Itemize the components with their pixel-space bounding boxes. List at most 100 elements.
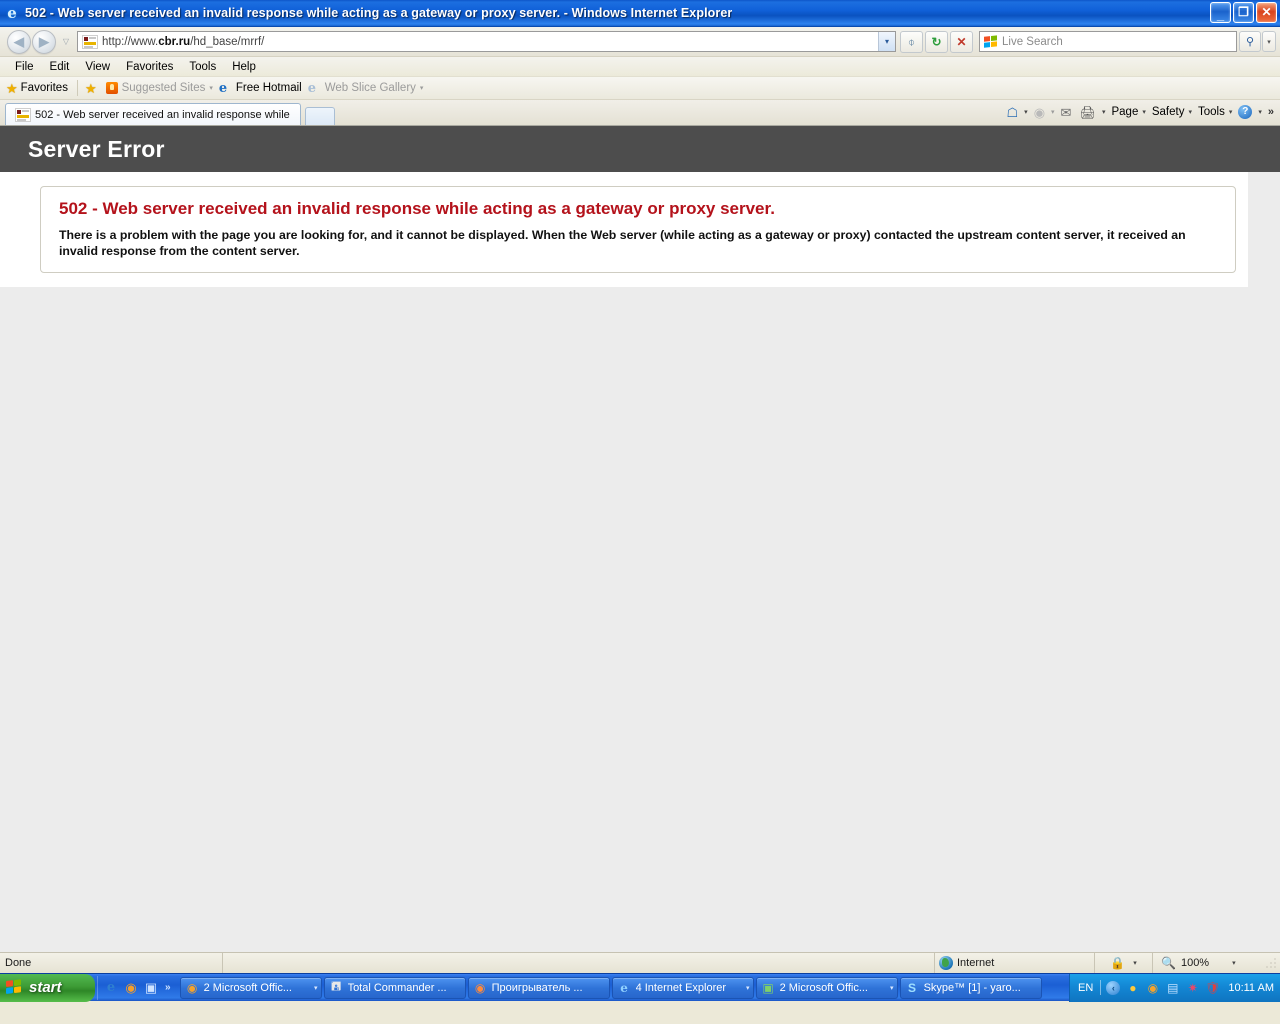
zoom-control[interactable]: 🔍 100% ▾ [1152,953,1264,973]
ie-icon: e [218,80,228,96]
security-zone-indicator[interactable]: Internet [934,953,1094,973]
back-arrow-icon: ◀ [14,33,24,49]
url-domain: cbr.ru [158,35,191,48]
minimize-icon: _ [1216,7,1225,22]
add-to-favorites-bar-button[interactable]: ★ [85,82,100,95]
windows-taskbar: start e ◉ ▣ » ◉ 2 Microsoft Offic... ▾ 🖪… [0,973,1280,1002]
quick-launch-overflow-button[interactable]: » [165,982,171,993]
taskbar-item[interactable]: ▣ 2 Microsoft Offic... ▾ [755,976,898,999]
media-player-icon: ◉ [474,980,486,995]
clock[interactable]: 10:11 AM [1228,982,1274,994]
ie-icon: e [307,80,316,96]
chevron-down-icon: ▾ [1051,109,1055,116]
chevron-down-icon: ▾ [209,85,213,92]
forward-arrow-icon: ▶ [39,33,49,49]
taskbar-item-label: 4 Internet Explorer [635,981,727,994]
close-button[interactable]: ✕ [1256,2,1277,23]
taskbar-item[interactable]: ◉ 2 Microsoft Offic... ▾ [179,976,322,999]
taskbar-item[interactable]: ◉ Проигрыватель ... [467,976,610,999]
taskbar-buttons: ◉ 2 Microsoft Offic... ▾ 🖪 Total Command… [176,976,1069,999]
chevron-down-icon: ▾ [884,37,889,46]
tray-divider [1100,980,1102,995]
address-dropdown-button[interactable]: ▾ [878,32,895,51]
feeds-button[interactable]: ◉ ▾ [1031,102,1058,122]
start-button[interactable]: start [0,973,95,1002]
tray-expand-button[interactable]: ‹ [1106,980,1121,995]
help-menu-button[interactable]: ? ▾ [1235,102,1265,122]
search-input[interactable]: Live Search [1002,36,1063,48]
menu-item-view[interactable]: View [78,60,117,74]
taskbar-item-label: Skype™ [1] - yaro... [923,981,1021,994]
home-icon: ☖ [1006,104,1019,120]
address-bar-url: http://www.cbr.ru/hd_base/mrrf/ [102,36,878,48]
firefox-icon[interactable]: ◉ [123,980,139,996]
network-icon[interactable]: ▤ [1165,980,1180,995]
minimize-button[interactable]: _ [1210,2,1231,23]
favbar-item-free-hotmail[interactable]: e Free Hotmail [219,82,302,95]
favorites-label: Favorites [20,82,68,94]
menu-item-edit[interactable]: Edit [43,60,77,74]
chevron-down-icon: ▾ [419,85,424,92]
antivirus-icon[interactable]: ✷ [1185,980,1200,995]
protected-mode-indicator[interactable]: 🔒 ▾ [1094,953,1152,973]
chevron-down-icon: ▾ [1101,109,1106,116]
favorites-bar: ★ Favorites ★ Suggested Sites ▾ e Free H… [0,77,1280,100]
update-icon[interactable]: ● [1125,980,1140,995]
taskbar-item[interactable]: e 4 Internet Explorer ▾ [611,976,754,999]
back-button[interactable]: ◀ [7,29,31,54]
read-mail-button[interactable]: ✉ [1058,102,1077,122]
menu-item-favorites[interactable]: Favorites [119,60,180,74]
quick-launch-bar: e ◉ ▣ » [97,975,176,1000]
shield-icon[interactable]: 🛡 [1205,980,1220,995]
page-viewport: Server Error 502 - Web server received a… [0,126,1280,952]
chevron-down-icon: ▾ [1267,38,1271,46]
server-error-header: Server Error [0,126,1280,172]
show-desktop-icon[interactable]: ▣ [143,980,159,996]
resize-grip[interactable] [1264,953,1280,973]
stop-icon: ✕ [956,34,967,49]
ie-icon[interactable]: e [103,980,119,996]
favbar-item-web-slice-gallery[interactable]: e Web Slice Gallery ▾ [308,82,424,95]
refresh-button[interactable]: ↻ [925,30,948,53]
language-indicator[interactable]: EN [1078,982,1093,994]
search-go-button[interactable]: ⚲ [1239,31,1261,52]
tools-menu-button[interactable]: Tools ▾ [1195,102,1235,122]
taskbar-item[interactable]: S Skype™ [1] - yaro... [899,976,1042,999]
menu-item-help[interactable]: Help [225,60,263,74]
favbar-item-suggested-sites[interactable]: Suggested Sites ▾ [105,82,213,94]
internet-explorer-icon: e [7,4,17,22]
lightbulb-icon [105,82,118,94]
command-bar: ☖ ▾ ◉ ▾ ✉ 🖨 ▾ Page ▾ Safety ▾ Tools ▾ ? … [1004,101,1276,123]
chevron-down-icon: ▾ [890,984,894,992]
address-bar[interactable]: http://www.cbr.ru/hd_base/mrrf/ ▾ [77,31,896,52]
search-provider-dropdown[interactable]: ▾ [1262,31,1276,52]
mail-icon: ✉ [1060,104,1072,120]
chevron-down-icon: ▾ [1142,109,1146,116]
tools-menu-label: Tools [1197,106,1225,118]
home-button[interactable]: ☖ ▾ [1004,102,1031,122]
recent-pages-button[interactable]: ▽ [59,30,73,54]
print-button[interactable]: 🖨 ▾ [1076,102,1108,122]
menu-item-file[interactable]: File [8,60,41,74]
compatibility-view-button[interactable]: ⌽ [900,30,923,53]
favorites-center-button[interactable]: ★ Favorites [6,82,68,95]
firefox-tray-icon[interactable]: ◉ [1145,980,1160,995]
command-bar-overflow-button[interactable]: » [1268,106,1274,118]
menu-item-tools[interactable]: Tools [182,60,223,74]
search-box[interactable]: Live Search [979,31,1237,52]
taskbar-item[interactable]: 🖪 Total Commander ... [323,976,466,999]
taskbar-item-label: 2 Microsoft Offic... [779,981,868,994]
tab-active[interactable]: 502 - Web server received an invalid res… [5,103,301,125]
chevron-down-icon: ▾ [1258,109,1262,116]
window-title-bar: e 502 - Web server received an invalid r… [0,0,1280,27]
stop-button[interactable]: ✕ [950,30,973,53]
add-star-icon: ★ [84,80,97,96]
status-bar-filler [222,953,934,973]
safety-menu-button[interactable]: Safety ▾ [1149,102,1195,122]
forward-button[interactable]: ▶ [32,29,56,54]
page-menu-button[interactable]: Page ▾ [1108,102,1148,122]
url-suffix: /hd_base/mrrf/ [190,35,265,48]
favbar-item-label: Free Hotmail [235,82,302,94]
maximize-button[interactable]: ❐ [1233,2,1254,23]
new-tab-button[interactable] [305,107,335,125]
